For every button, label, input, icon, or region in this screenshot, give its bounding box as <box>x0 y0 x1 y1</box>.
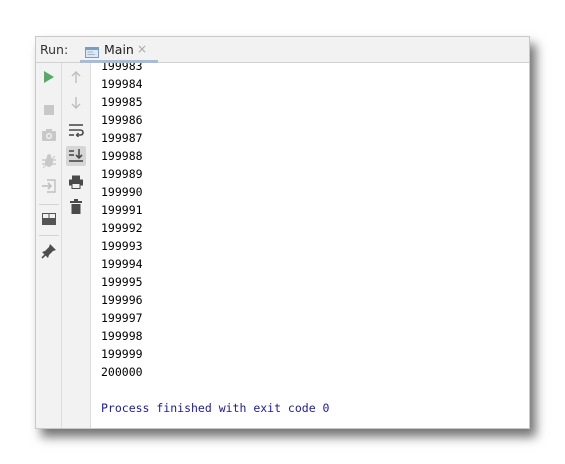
console-line: 199992 <box>101 221 143 235</box>
toolbar-separator <box>39 204 59 205</box>
login-icon <box>41 178 57 198</box>
scroll-to-end-button[interactable] <box>66 146 86 166</box>
console-line: 199985 <box>101 95 143 109</box>
camera-icon <box>41 127 57 146</box>
tab-label: Main <box>104 42 134 57</box>
restore-layout-button[interactable] <box>39 210 59 230</box>
stop-button[interactable] <box>39 100 59 120</box>
console-line: 199988 <box>101 149 143 163</box>
print-button[interactable] <box>66 173 86 193</box>
stop-icon <box>43 101 55 120</box>
layout-icon <box>41 211 57 230</box>
login-button[interactable] <box>39 178 59 198</box>
arrow-up-icon <box>70 69 82 88</box>
scroll-to-end-icon <box>68 147 84 166</box>
console-line: 199998 <box>101 329 143 343</box>
exit-status-message: Process finished with exit code 0 <box>101 401 330 415</box>
console-line: 199995 <box>101 275 143 289</box>
console-output[interactable]: 199983 199984 199985 199986 199987 199988 1999… <box>91 63 529 428</box>
console-line: 199989 <box>101 167 143 181</box>
arrow-down-icon <box>70 95 82 114</box>
debug-icon <box>41 153 57 173</box>
dump-threads-button[interactable] <box>39 126 59 146</box>
console-icon <box>85 43 99 58</box>
debug-button[interactable] <box>39 153 59 173</box>
run-tool-window: Run: Main × 199983 199984 199985 199986 … <box>35 36 530 429</box>
trash-icon <box>69 199 83 219</box>
rerun-button[interactable] <box>39 68 59 88</box>
console-lines: 199983 199984 199985 199986 199987 199988 1999… <box>101 63 143 381</box>
soft-wrap-button[interactable] <box>66 121 86 141</box>
run-actions-toolbar <box>36 63 62 428</box>
clear-all-button[interactable] <box>66 199 86 219</box>
console-line: 199987 <box>101 131 143 145</box>
toolbar-separator <box>39 235 59 236</box>
soft-wrap-icon <box>68 122 84 141</box>
console-line: 199997 <box>101 311 143 325</box>
pin-icon <box>41 243 57 263</box>
run-panel-header: Run: Main × <box>36 37 529 63</box>
console-line: 199991 <box>101 203 143 217</box>
console-line: 199990 <box>101 185 143 199</box>
next-occurrence-button[interactable] <box>66 94 86 114</box>
close-icon[interactable]: × <box>137 42 147 56</box>
console-line: 199983 <box>101 63 143 73</box>
console-line: 199996 <box>101 293 143 307</box>
print-icon <box>68 174 84 193</box>
run-label: Run: <box>40 42 69 57</box>
rerun-icon <box>43 69 55 88</box>
console-line: 199986 <box>101 113 143 127</box>
console-line: 199999 <box>101 347 143 361</box>
console-actions-toolbar <box>62 63 91 428</box>
pin-tab-button[interactable] <box>39 243 59 263</box>
console-line: 199993 <box>101 239 143 253</box>
previous-occurrence-button[interactable] <box>66 68 86 88</box>
console-line: 199984 <box>101 77 143 91</box>
tab-main[interactable]: Main × <box>80 37 158 63</box>
console-line: 200000 <box>101 365 143 379</box>
console-line: 199994 <box>101 257 143 271</box>
